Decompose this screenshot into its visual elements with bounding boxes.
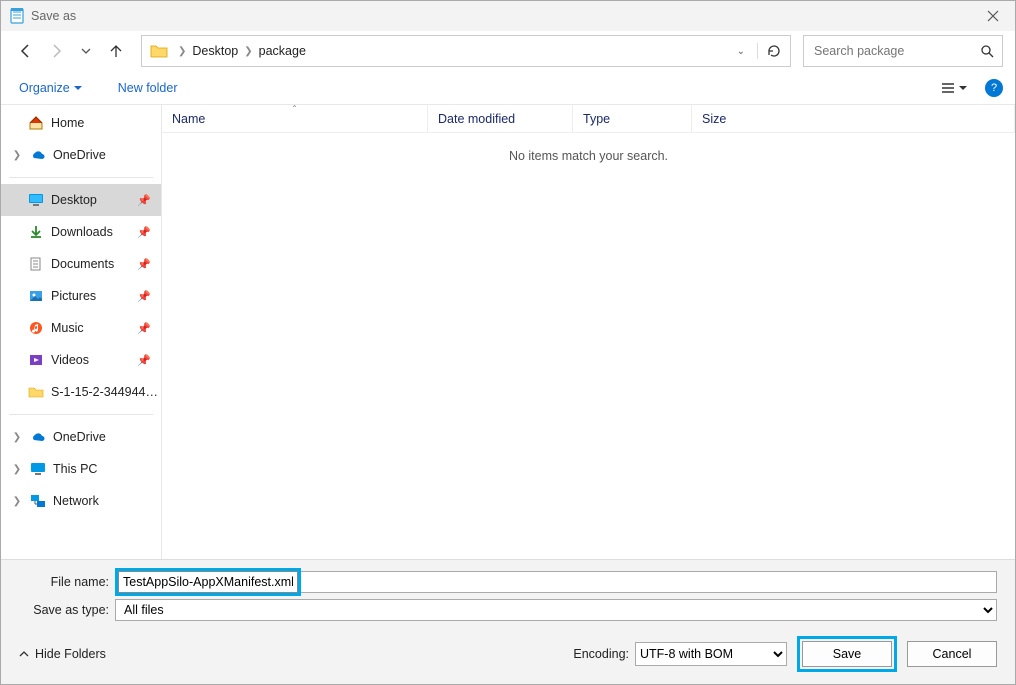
monitor-icon [29,460,47,478]
filename-label: File name: [19,575,115,589]
recent-dropdown[interactable] [73,38,99,64]
videos-icon [27,351,45,369]
sidebar-item-onedrive[interactable]: ❯ OneDrive [1,139,161,171]
encoding-select[interactable]: UTF-8 with BOM [635,642,787,666]
organize-menu[interactable]: Organize [13,77,88,99]
folder-icon [27,383,45,401]
chevron-right-icon[interactable]: ❯ [11,150,23,161]
hide-folders-toggle[interactable]: Hide Folders [19,647,106,661]
column-size[interactable]: Size [692,105,1015,132]
search-input[interactable] [812,43,980,59]
nav-row: ❯ Desktop ❯ package ⌄ [1,31,1015,71]
help-button[interactable]: ? [985,79,1003,97]
sidebar-item-documents[interactable]: Documents 📌 [1,248,161,280]
bottom-panel: File name: Save as type: All files [1,559,1015,684]
home-icon [27,114,45,132]
pin-icon: 📌 [137,354,161,367]
pin-icon: 📌 [137,226,161,239]
folder-icon [150,42,168,60]
toolbar: Organize New folder ? [1,71,1015,105]
address-dropdown[interactable]: ⌄ [731,46,751,57]
app-icon [9,8,25,24]
filename-input[interactable] [118,571,298,593]
sidebar-item-home[interactable]: Home [1,107,161,139]
sidebar-item-pictures[interactable]: Pictures 📌 [1,280,161,312]
sidebar-item-onedrive2[interactable]: ❯ OneDrive [1,421,161,453]
search-box[interactable] [803,35,1003,67]
pin-icon: 📌 [137,194,161,207]
sidebar: Home ❯ OneDrive Desktop 📌 Downloads 📌 Do… [1,105,162,559]
column-name[interactable]: Name ⌃ [162,105,428,132]
documents-icon [27,255,45,273]
chevron-right-icon[interactable]: ❯ [11,432,23,443]
sidebar-item-videos[interactable]: Videos 📌 [1,344,161,376]
network-icon [29,492,47,510]
view-options-button[interactable] [935,81,973,95]
column-type[interactable]: Type [573,105,692,132]
filename-highlight [115,568,301,596]
filename-combo-extension[interactable] [301,571,997,593]
desktop-icon [27,191,45,209]
saveastype-select[interactable]: All files [115,599,997,621]
up-button[interactable] [103,38,129,64]
music-icon [27,319,45,337]
download-icon [27,223,45,241]
chevron-right-icon[interactable]: ❯ [11,496,23,507]
refresh-button[interactable] [757,43,782,59]
sidebar-item-thispc[interactable]: ❯ This PC [1,453,161,485]
empty-message: No items match your search. [162,133,1015,179]
search-icon[interactable] [980,44,994,58]
sidebar-item-guidfolder[interactable]: S-1-15-2-344944837 [1,376,161,408]
forward-button[interactable] [43,38,69,64]
sort-indicator-icon: ⌃ [291,105,298,113]
pin-icon: 📌 [137,322,161,335]
chevron-right-icon[interactable]: ❯ [176,46,188,57]
sidebar-item-desktop[interactable]: Desktop 📌 [1,184,161,216]
titlebar: Save as [1,1,1015,31]
encoding-label: Encoding: [573,647,629,661]
address-bar[interactable]: ❯ Desktop ❯ package ⌄ [141,35,791,67]
column-headers: Name ⌃ Date modified Type Size [162,105,1015,133]
cancel-button[interactable]: Cancel [907,641,997,667]
back-button[interactable] [13,38,39,64]
file-list: Name ⌃ Date modified Type Size No items … [162,105,1015,559]
pin-icon: 📌 [137,290,161,303]
cloud-icon [29,428,47,446]
chevron-right-icon[interactable]: ❯ [242,46,254,57]
pictures-icon [27,287,45,305]
save-as-dialog: Save as ❯ Desktop ❯ package ⌄ [0,0,1016,685]
sidebar-item-music[interactable]: Music 📌 [1,312,161,344]
main-area: Home ❯ OneDrive Desktop 📌 Downloads 📌 Do… [1,105,1015,559]
chevron-right-icon[interactable]: ❯ [11,464,23,475]
column-date[interactable]: Date modified [428,105,573,132]
sidebar-item-network[interactable]: ❯ Network [1,485,161,517]
new-folder-button[interactable]: New folder [112,77,184,99]
save-button[interactable]: Save [802,641,892,667]
pin-icon: 📌 [137,258,161,271]
save-highlight: Save [797,636,897,672]
close-button[interactable] [979,10,1007,22]
breadcrumb-package[interactable]: package [255,44,310,58]
sidebar-item-downloads[interactable]: Downloads 📌 [1,216,161,248]
window-title: Save as [31,9,76,23]
saveastype-label: Save as type: [19,603,115,617]
cloud-icon [29,146,47,164]
breadcrumb-desktop[interactable]: Desktop [188,44,242,58]
